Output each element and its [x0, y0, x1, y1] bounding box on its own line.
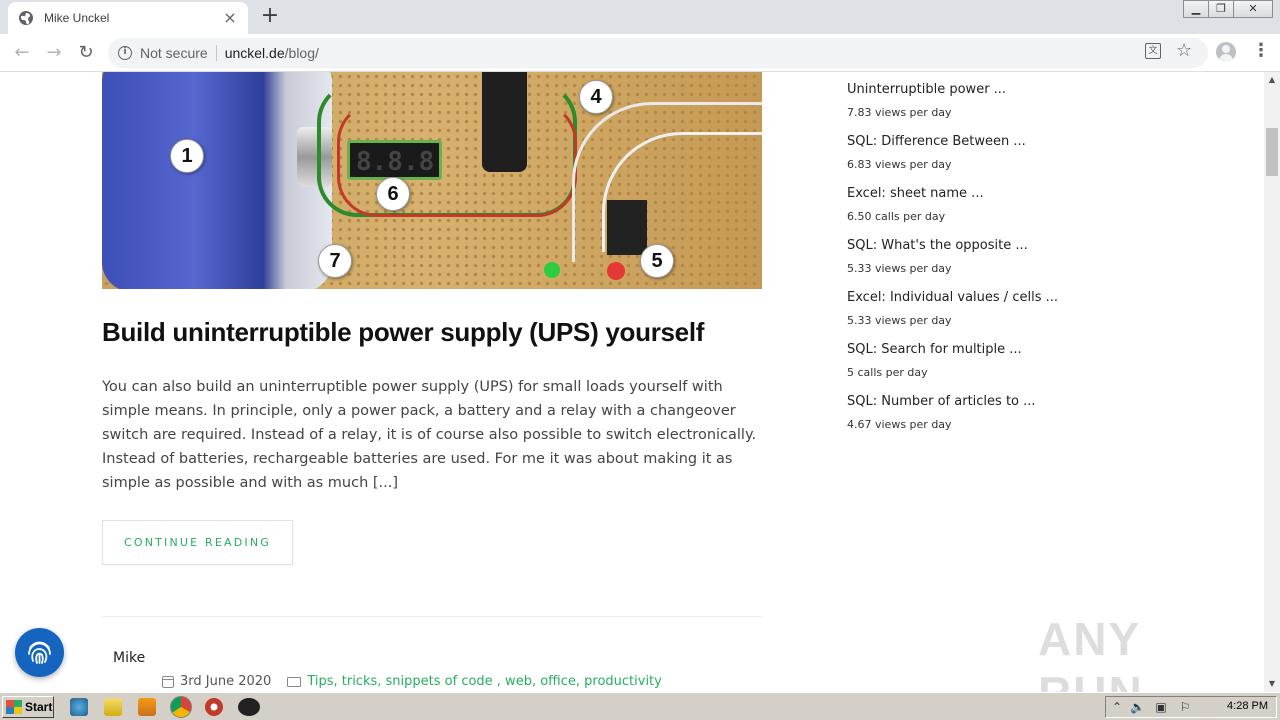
continue-reading-button[interactable]: CONTINUE READING	[102, 520, 293, 565]
image-marker: 5	[640, 244, 674, 278]
chevron-up-icon[interactable]: ⌃	[1110, 700, 1124, 714]
image-marker: 4	[579, 80, 613, 114]
forward-arrow-icon[interactable]: →	[42, 41, 66, 65]
popular-post-title[interactable]: Excel: sheet name ...	[847, 186, 984, 201]
bookmark-star-icon[interactable]: ☆	[1176, 40, 1192, 61]
post-excerpt: You can also build an uninterruptible po…	[102, 379, 757, 491]
fingerprint-button[interactable]	[15, 628, 64, 677]
post-categories[interactable]: Tips, tricks, snippets of code , web, of…	[307, 674, 662, 689]
scroll-up-icon[interactable]: ▲	[1264, 72, 1280, 88]
close-window-icon[interactable]: ✕	[1233, 0, 1273, 18]
popular-post-title[interactable]: SQL: Search for multiple ...	[847, 342, 1022, 357]
media-player-icon[interactable]	[138, 698, 156, 716]
scroll-thumb[interactable]	[1266, 128, 1278, 176]
info-icon[interactable]: i	[118, 46, 132, 60]
popular-posts-sidebar: Uninterruptible power ... 7.83 views per…	[847, 72, 1147, 431]
list-item[interactable]: Excel: Individual values / cells ... 5.3…	[847, 272, 1147, 327]
kebab-menu-icon[interactable]: ⋮	[1252, 42, 1270, 62]
url-path: /blog/	[284, 45, 319, 61]
security-label: Not secure	[140, 45, 208, 61]
post-meta: 3rd June 2020 Tips, tricks, snippets of …	[162, 674, 662, 689]
image-led-red	[607, 262, 625, 280]
list-item[interactable]: SQL: Search for multiple ... 5 calls per…	[847, 324, 1147, 379]
list-item[interactable]: SQL: Number of articles to ... 4.67 view…	[847, 376, 1147, 431]
list-item[interactable]: SQL: Difference Between ... 6.83 views p…	[847, 116, 1147, 171]
popular-post-title[interactable]: SQL: What's the opposite ...	[847, 238, 1028, 253]
globe-icon	[19, 11, 33, 25]
profile-avatar-icon[interactable]	[1216, 42, 1236, 62]
list-item[interactable]: Uninterruptible power ... 7.83 views per…	[847, 72, 1147, 119]
image-led-display: 8.8.8	[347, 140, 442, 180]
folder-icon	[287, 676, 302, 687]
popular-post-title[interactable]: Uninterruptible power ...	[847, 82, 1006, 97]
watermark-logo: ANY RUN	[1038, 612, 1238, 719]
popular-post-title[interactable]: Excel: Individual values / cells ...	[847, 290, 1058, 305]
windows-logo-icon	[6, 700, 22, 714]
opera-icon[interactable]	[205, 698, 223, 716]
folder-icon[interactable]	[104, 698, 122, 716]
popular-post-title[interactable]: SQL: Number of articles to ...	[847, 394, 1036, 409]
url-host: unckel.de	[224, 45, 285, 61]
back-arrow-icon[interactable]: ←	[10, 41, 34, 65]
post-date: 3rd June 2020	[180, 674, 272, 689]
page-content: 8.8.8 1 4 6 7 5 Build uninterruptible po…	[0, 72, 1264, 692]
start-label: Start	[25, 700, 53, 714]
clock[interactable]: 4:28 PM	[1227, 700, 1268, 712]
internet-explorer-icon[interactable]	[70, 698, 88, 716]
list-item[interactable]: SQL: What's the opposite ... 5.33 views …	[847, 220, 1147, 275]
post-featured-image[interactable]: 8.8.8 1 4 6 7 5	[102, 72, 762, 289]
system-tray: ⌃ 🔈 ▣ ⚐ 4:28 PM	[1105, 696, 1277, 718]
image-marker: 7	[318, 244, 352, 278]
calendar-icon	[162, 675, 174, 688]
translate-icon[interactable]: 文	[1145, 43, 1161, 59]
post-title[interactable]: Build uninterruptible power supply (UPS)…	[102, 317, 782, 348]
browser-toolbar: ← → ↻ i Not secure unckel.de/blog/	[0, 34, 1280, 72]
address-separator	[215, 45, 217, 61]
browser-tab[interactable]: Mike Unckel ×	[8, 2, 248, 34]
start-button[interactable]: Start	[2, 696, 54, 718]
app-icon[interactable]	[238, 698, 260, 716]
list-item[interactable]: Excel: sheet name ... 6.50 calls per day	[847, 168, 1147, 223]
tab-close-icon[interactable]: ×	[222, 10, 238, 26]
page-scrollbar[interactable]: ▲ ▼	[1264, 72, 1280, 692]
popular-post-title[interactable]: SQL: Difference Between ...	[847, 134, 1026, 149]
minimize-icon[interactable]: ▁	[1183, 0, 1209, 18]
volume-icon[interactable]: 🔈	[1130, 700, 1145, 714]
fingerprint-icon	[28, 641, 51, 664]
post-divider	[102, 616, 762, 617]
image-led-green	[544, 262, 560, 278]
image-marker: 1	[170, 139, 204, 173]
tab-title: Mike Unckel	[44, 11, 110, 25]
reload-icon[interactable]: ↻	[74, 41, 98, 65]
flag-icon[interactable]: ⚐	[1178, 700, 1192, 714]
popular-post-views: 4.67 views per day	[847, 418, 952, 431]
network-icon[interactable]: ▣	[1154, 700, 1168, 714]
post-author[interactable]: Mike	[113, 650, 145, 666]
image-chip	[607, 200, 647, 255]
address-bar[interactable]: i Not secure unckel.de/blog/	[108, 38, 1208, 68]
chrome-icon[interactable]	[170, 696, 192, 718]
image-marker: 6	[376, 177, 410, 211]
scroll-down-icon[interactable]: ▼	[1264, 676, 1280, 692]
new-tab-button[interactable]: +	[258, 5, 282, 29]
taskbar: Start ⌃ 🔈 ▣ ⚐ 4:28 PM	[0, 692, 1280, 720]
tab-strip: Mike Unckel × + ▁ ❐ ✕	[0, 0, 1280, 34]
restore-icon[interactable]: ❐	[1208, 0, 1234, 18]
